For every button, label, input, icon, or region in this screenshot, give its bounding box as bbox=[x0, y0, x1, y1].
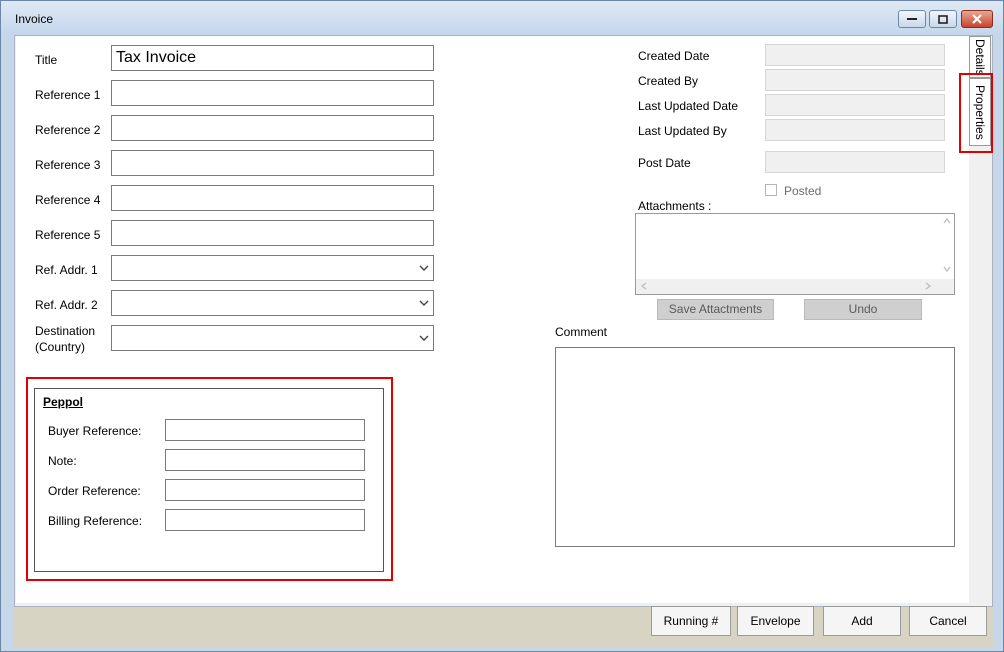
reference-2-label: Reference 2 bbox=[35, 123, 101, 137]
attachments-list[interactable] bbox=[635, 213, 955, 295]
restore-icon bbox=[938, 14, 948, 24]
destination-label-country: (Country) bbox=[35, 340, 86, 354]
last-updated-by-label: Last Updated By bbox=[638, 124, 727, 138]
created-by-label: Created By bbox=[638, 74, 699, 88]
reference-4-input[interactable] bbox=[111, 185, 434, 211]
running-number-button[interactable]: Running # bbox=[651, 606, 731, 636]
title-bar: Invoice bbox=[1, 1, 1003, 35]
created-by-field bbox=[765, 69, 945, 91]
post-date-label: Post Date bbox=[638, 156, 691, 170]
last-updated-date-field bbox=[765, 94, 945, 116]
highlight-properties-tab bbox=[959, 73, 993, 153]
reference-5-input[interactable] bbox=[111, 220, 434, 246]
minimize-button[interactable] bbox=[898, 10, 926, 28]
destination-dropdown[interactable] bbox=[111, 325, 434, 351]
comment-label: Comment bbox=[555, 325, 608, 339]
reference-3-input[interactable] bbox=[111, 150, 434, 176]
vertical-scrollbar[interactable] bbox=[940, 214, 954, 280]
scroll-down-icon[interactable] bbox=[943, 266, 951, 272]
title-label: Title bbox=[35, 53, 58, 67]
reference-5-label: Reference 5 bbox=[35, 228, 101, 242]
reference-2-input[interactable] bbox=[111, 115, 434, 141]
add-button[interactable]: Add bbox=[823, 606, 901, 636]
minimize-icon bbox=[907, 18, 917, 20]
envelope-button[interactable]: Envelope bbox=[737, 606, 814, 636]
reference-1-label: Reference 1 bbox=[35, 88, 101, 102]
post-date-field bbox=[765, 151, 945, 173]
last-updated-date-label: Last Updated Date bbox=[638, 99, 739, 113]
close-button[interactable] bbox=[961, 10, 993, 28]
title-input[interactable]: Tax Invoice bbox=[111, 45, 434, 71]
undo-button[interactable]: Undo bbox=[804, 299, 922, 320]
cancel-button[interactable]: Cancel bbox=[909, 606, 987, 636]
scroll-up-icon[interactable] bbox=[943, 218, 951, 224]
reference-4-label: Reference 4 bbox=[35, 193, 101, 207]
reference-1-input[interactable] bbox=[111, 80, 434, 106]
chevron-down-icon bbox=[419, 335, 429, 341]
close-icon bbox=[972, 14, 982, 24]
scroll-right-icon[interactable] bbox=[925, 282, 931, 290]
created-date-field bbox=[765, 44, 945, 66]
posted-checkbox[interactable] bbox=[765, 184, 777, 196]
comment-textarea[interactable] bbox=[555, 347, 955, 547]
invoice-window: Invoice Title Tax Invoice Reference 1 Re… bbox=[0, 0, 1004, 652]
reference-3-label: Reference 3 bbox=[35, 158, 101, 172]
chevron-down-icon bbox=[419, 300, 429, 306]
horizontal-scrollbar[interactable] bbox=[636, 279, 954, 294]
ref-addr-1-label: Ref. Addr. 1 bbox=[35, 263, 98, 277]
last-updated-by-field bbox=[765, 119, 945, 141]
ref-addr-1-dropdown[interactable] bbox=[111, 255, 434, 281]
restore-button[interactable] bbox=[929, 10, 957, 28]
highlight-peppol-group bbox=[26, 377, 393, 581]
destination-label: Destination bbox=[35, 324, 96, 338]
scroll-left-icon[interactable] bbox=[641, 282, 647, 290]
ref-addr-2-label: Ref. Addr. 2 bbox=[35, 298, 98, 312]
save-attachments-button[interactable]: Save Attactments bbox=[657, 299, 774, 320]
chevron-down-icon bbox=[419, 265, 429, 271]
posted-label: Posted bbox=[784, 184, 822, 198]
window-title: Invoice bbox=[15, 12, 54, 26]
attachments-label: Attachments : bbox=[638, 199, 712, 213]
created-date-label: Created Date bbox=[638, 49, 710, 63]
tab-details[interactable]: Details bbox=[969, 36, 991, 78]
ref-addr-2-dropdown[interactable] bbox=[111, 290, 434, 316]
